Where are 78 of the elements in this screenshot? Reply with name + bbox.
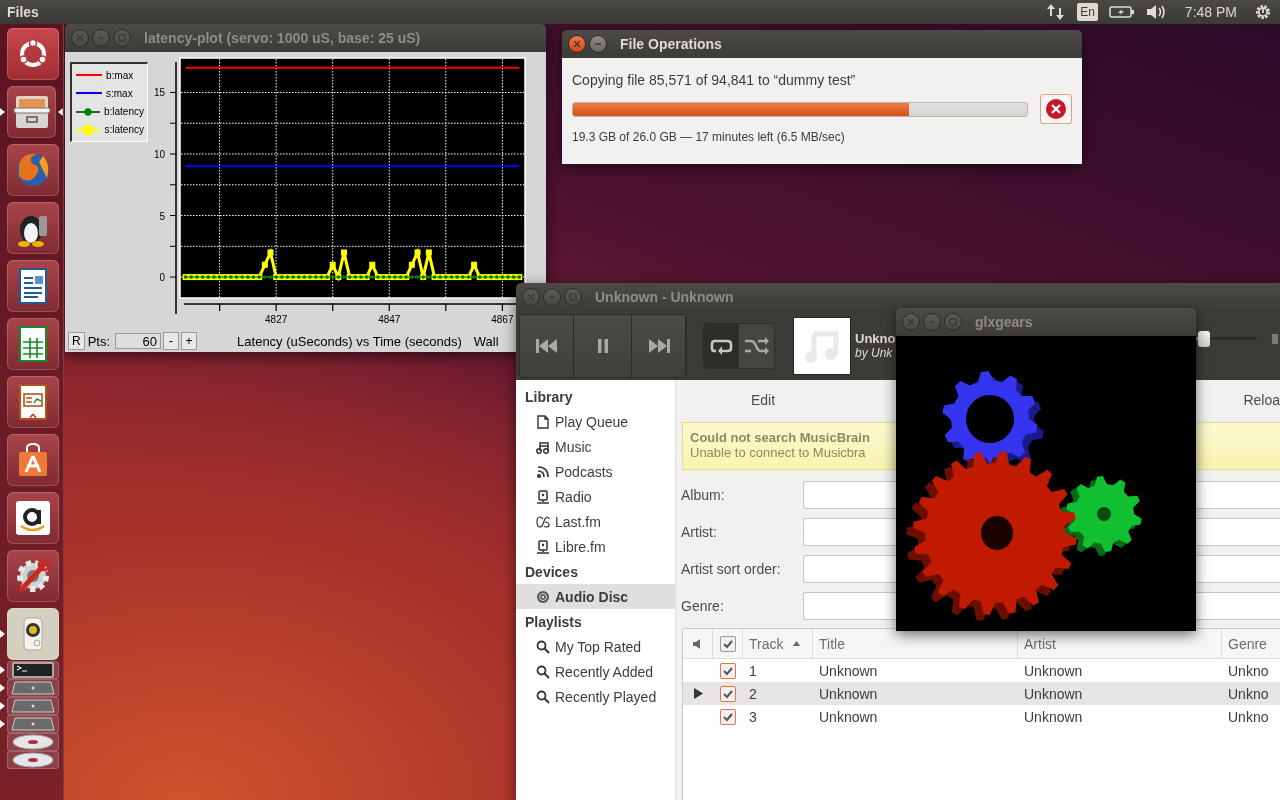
points-label: Pts:	[87, 333, 111, 349]
sidebar-heading: Devices	[524, 563, 579, 582]
sidebar-item-label: Play Queue	[555, 413, 629, 430]
sidebar-item[interactable]: Last.fm	[516, 509, 675, 534]
app-name: Files	[7, 4, 39, 20]
status-label: Wall	[473, 333, 499, 349]
table-cell-text: Unknown	[1023, 662, 1084, 679]
sidebar-item[interactable]: Radio	[516, 484, 675, 509]
sidebar-item-label: Music	[555, 438, 592, 455]
column-header[interactable]: Genre	[1222, 629, 1280, 658]
table-cell-text: Unknown	[818, 685, 879, 702]
field-label: Album:	[681, 487, 726, 503]
sidebar-item[interactable]: Recently Played	[516, 684, 675, 709]
increase-button[interactable]: +	[181, 332, 198, 350]
window-title: latency-plot (servo: 1000 uS, base: 25 uS)	[144, 30, 421, 46]
window-title: File Operations	[620, 36, 722, 52]
sidebar-item-label: Last.fm	[555, 513, 601, 530]
info-title: Could not search MusicBrain	[690, 430, 871, 445]
track-artist: by Unk	[855, 346, 893, 360]
copy-status-message: Copying file 85,571 of 94,841 to “dummy test”	[572, 72, 857, 88]
keyboard-layout-indicator[interactable]: En	[1077, 3, 1098, 21]
axis-tick-label: 4847	[378, 314, 401, 325]
sidebar-item[interactable]: Play Queue	[516, 409, 675, 434]
axis-tick-label: 0	[159, 272, 165, 284]
sidebar-item[interactable]: Recently Added	[516, 659, 675, 684]
table-cell-text: Unknown	[1023, 685, 1084, 702]
window-title: glxgears	[975, 314, 1033, 330]
sidebar-item-label: My Top Rated	[555, 638, 642, 655]
axis-tick-label: 4867	[491, 314, 514, 325]
table-cell-text: Unknown	[1023, 708, 1084, 725]
axis-tick-label: 10	[153, 149, 165, 160]
chart-caption: Latency (uSeconds) vs Time (seconds)	[237, 333, 462, 349]
table-cell-text: Unkno	[1227, 662, 1270, 679]
window-title: Unknown - Unknown	[595, 289, 734, 305]
table-cell-text: 1	[748, 662, 758, 679]
legend-label: b:max	[106, 69, 134, 81]
toolbar-button[interactable]: Edit	[751, 388, 776, 412]
table-cell-text: Unknown	[818, 708, 879, 725]
axis-tick-label: 4827	[265, 314, 288, 325]
sidebar-item-label: Libre.fm	[555, 538, 606, 555]
sidebar-item[interactable]: My Top Rated	[516, 634, 675, 659]
table-row[interactable]: 1 Unknown Unknown Unkno	[683, 659, 1280, 682]
column-header[interactable]: Track	[743, 629, 813, 658]
table-cell-text: Unknown	[818, 662, 879, 679]
sidebar-item-label: Recently Played	[555, 688, 657, 705]
field-label: Genre:	[681, 598, 725, 614]
toolbar-button[interactable]: Reloa	[1243, 388, 1280, 412]
table-cell-text: 3	[748, 708, 758, 725]
sidebar-heading: Playlists	[524, 613, 583, 632]
table-row[interactable]: 3 Unknown Unknown Unkno	[683, 705, 1280, 728]
sidebar-item[interactable]: Music	[516, 434, 675, 459]
field-label: Artist:	[681, 524, 718, 540]
table-cell-text: Unkno	[1227, 708, 1270, 725]
sidebar-item-label: Recently Added	[555, 663, 654, 680]
track-title: Unkno	[855, 331, 896, 346]
legend-label: s:max	[106, 87, 133, 99]
field-label: Artist sort order:	[681, 561, 782, 577]
axis-tick-label: 5	[159, 210, 165, 222]
copy-details: 19.3 GB of 26.0 GB — 17 minutes left (6.5 MB/sec)	[572, 130, 846, 144]
sidebar-item-label: Audio Disc	[555, 588, 629, 605]
legend-label: b:latency	[103, 106, 144, 118]
axis-tick-label: 15	[153, 87, 165, 99]
column-label: Track	[749, 635, 784, 652]
sidebar-item-label: Podcasts	[555, 463, 613, 480]
legend-label: s:latency	[104, 124, 144, 136]
clock[interactable]: 7:48 PM	[1184, 4, 1237, 20]
table-row[interactable]: 2 Unknown Unknown Unkno	[683, 682, 1280, 705]
sidebar-item[interactable]: Audio Disc	[516, 584, 675, 609]
decrease-button[interactable]: -	[163, 332, 180, 350]
table-cell-text: 2	[748, 685, 758, 702]
table-cell-text: Unkno	[1227, 685, 1270, 702]
reset-button[interactable]: R	[68, 332, 85, 350]
sidebar-item-label: Radio	[555, 488, 592, 505]
info-message: Unable to connect to Musicbra	[690, 445, 867, 460]
sidebar-heading: Library	[524, 388, 574, 407]
sidebar-item[interactable]: Libre.fm	[516, 534, 675, 559]
sidebar-item[interactable]: Podcasts	[516, 459, 675, 484]
points-field[interactable]: 60	[115, 333, 162, 349]
